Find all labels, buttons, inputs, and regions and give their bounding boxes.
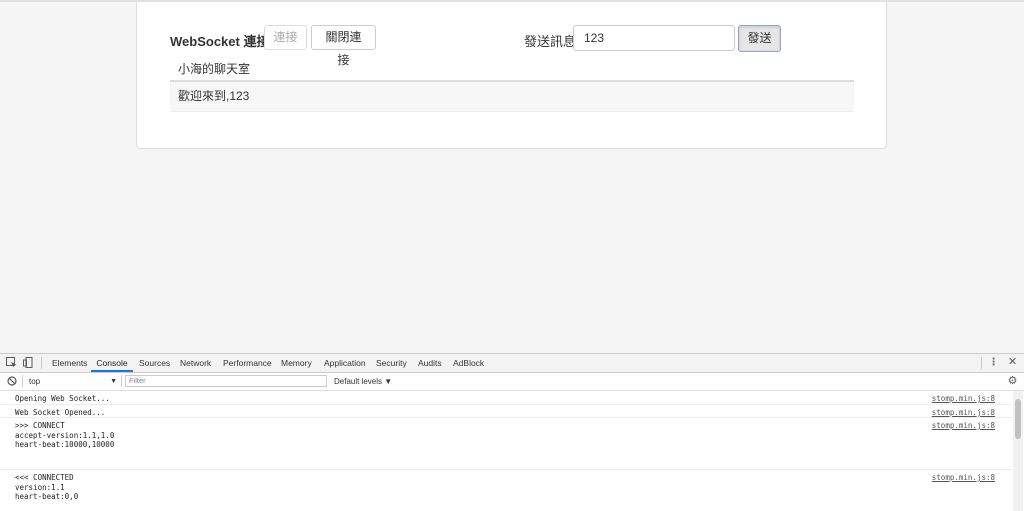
source-link[interactable]: stomp.min.js:8 (932, 473, 995, 483)
gear-icon[interactable]: ⚙ (1007, 376, 1018, 387)
close-icon[interactable]: ✕ (1007, 357, 1018, 368)
context-value: top (29, 377, 41, 386)
console-message: Web Socket Opened... stomp.min.js:8 (0, 405, 1012, 418)
console-message-text: <<< CONNECTED version:1.1 heart-beat:0,0 (15, 473, 79, 501)
send-button[interactable]: 發送 (738, 25, 781, 52)
room-title: 小海的聊天室 (178, 62, 251, 76)
tab-elements[interactable]: Elements (52, 354, 87, 372)
chevron-down-icon: ▼ (110, 378, 117, 385)
clear-console-icon[interactable] (6, 376, 17, 387)
message-label: 發送訊息 (524, 34, 577, 49)
console-message: >>> CONNECT accept-version:1.1,1.0 heart… (0, 418, 1012, 470)
toolbar-separator (22, 375, 23, 387)
controls-row: WebSocket 連接: 連接 關閉連接 發送訊息 123 發送 (137, 24, 886, 67)
source-link[interactable]: stomp.min.js:8 (932, 408, 995, 418)
disconnect-button[interactable]: 關閉連接 (311, 25, 376, 67)
tab-memory[interactable]: Memory (281, 354, 312, 372)
source-link[interactable]: stomp.min.js:8 (932, 421, 995, 431)
tab-separator (41, 357, 42, 369)
chat-table: 歡迎來到,123 (170, 80, 854, 112)
tab-application[interactable]: Application (324, 354, 366, 372)
console-message-text: >>> CONNECT accept-version:1.1,1.0 heart… (15, 421, 115, 449)
console-scrollbar[interactable] (1013, 391, 1023, 511)
tab-adblock[interactable]: AdBlock (453, 354, 484, 372)
connect-button[interactable]: 連接 (264, 25, 307, 50)
more-options-icon[interactable]: ⋮ (988, 357, 999, 368)
filter-input[interactable]: Filter (125, 375, 327, 387)
tab-audits[interactable]: Audits (418, 354, 442, 372)
console-message: Opening Web Socket... stomp.min.js:8 (0, 391, 1012, 405)
context-select[interactable]: top ▼ (29, 376, 117, 387)
console-message: <<< CONNECTED version:1.1 heart-beat:0,0… (0, 470, 1012, 511)
websocket-label: WebSocket 連接: (170, 34, 274, 49)
source-link[interactable]: stomp.min.js:8 (932, 394, 995, 404)
console-message-text: Opening Web Socket... (15, 394, 110, 403)
tab-sources[interactable]: Sources (139, 354, 170, 372)
console-message-text: Web Socket Opened... (15, 408, 106, 417)
devtools-panel: Elements Console Sources Network Perform… (0, 353, 1024, 511)
tab-performance[interactable]: Performance (223, 354, 272, 372)
chat-message: 歡迎來到,123 (178, 89, 250, 103)
scrollbar-thumb[interactable] (1015, 399, 1021, 439)
devtools-tabbar: Elements Console Sources Network Perform… (0, 354, 1024, 373)
message-input[interactable]: 123 (573, 25, 735, 51)
console-toolbar: top ▼ Filter Default levels ▼ ⚙ (0, 373, 1024, 391)
console-output: Opening Web Socket... stomp.min.js:8 Web… (0, 391, 1012, 511)
inspect-element-icon[interactable] (6, 357, 17, 368)
log-levels-select[interactable]: Default levels ▼ (334, 376, 392, 387)
tab-console[interactable]: Console (91, 354, 133, 372)
tab-separator (981, 357, 982, 369)
toolbar-separator (121, 375, 122, 387)
tab-network[interactable]: Network (180, 354, 211, 372)
table-row: 歡迎來到,123 (170, 82, 854, 112)
chat-panel: WebSocket 連接: 連接 關閉連接 發送訊息 123 發送 小海的聊天室… (136, 2, 887, 149)
device-toolbar-icon[interactable] (23, 357, 34, 368)
tab-security[interactable]: Security (376, 354, 407, 372)
